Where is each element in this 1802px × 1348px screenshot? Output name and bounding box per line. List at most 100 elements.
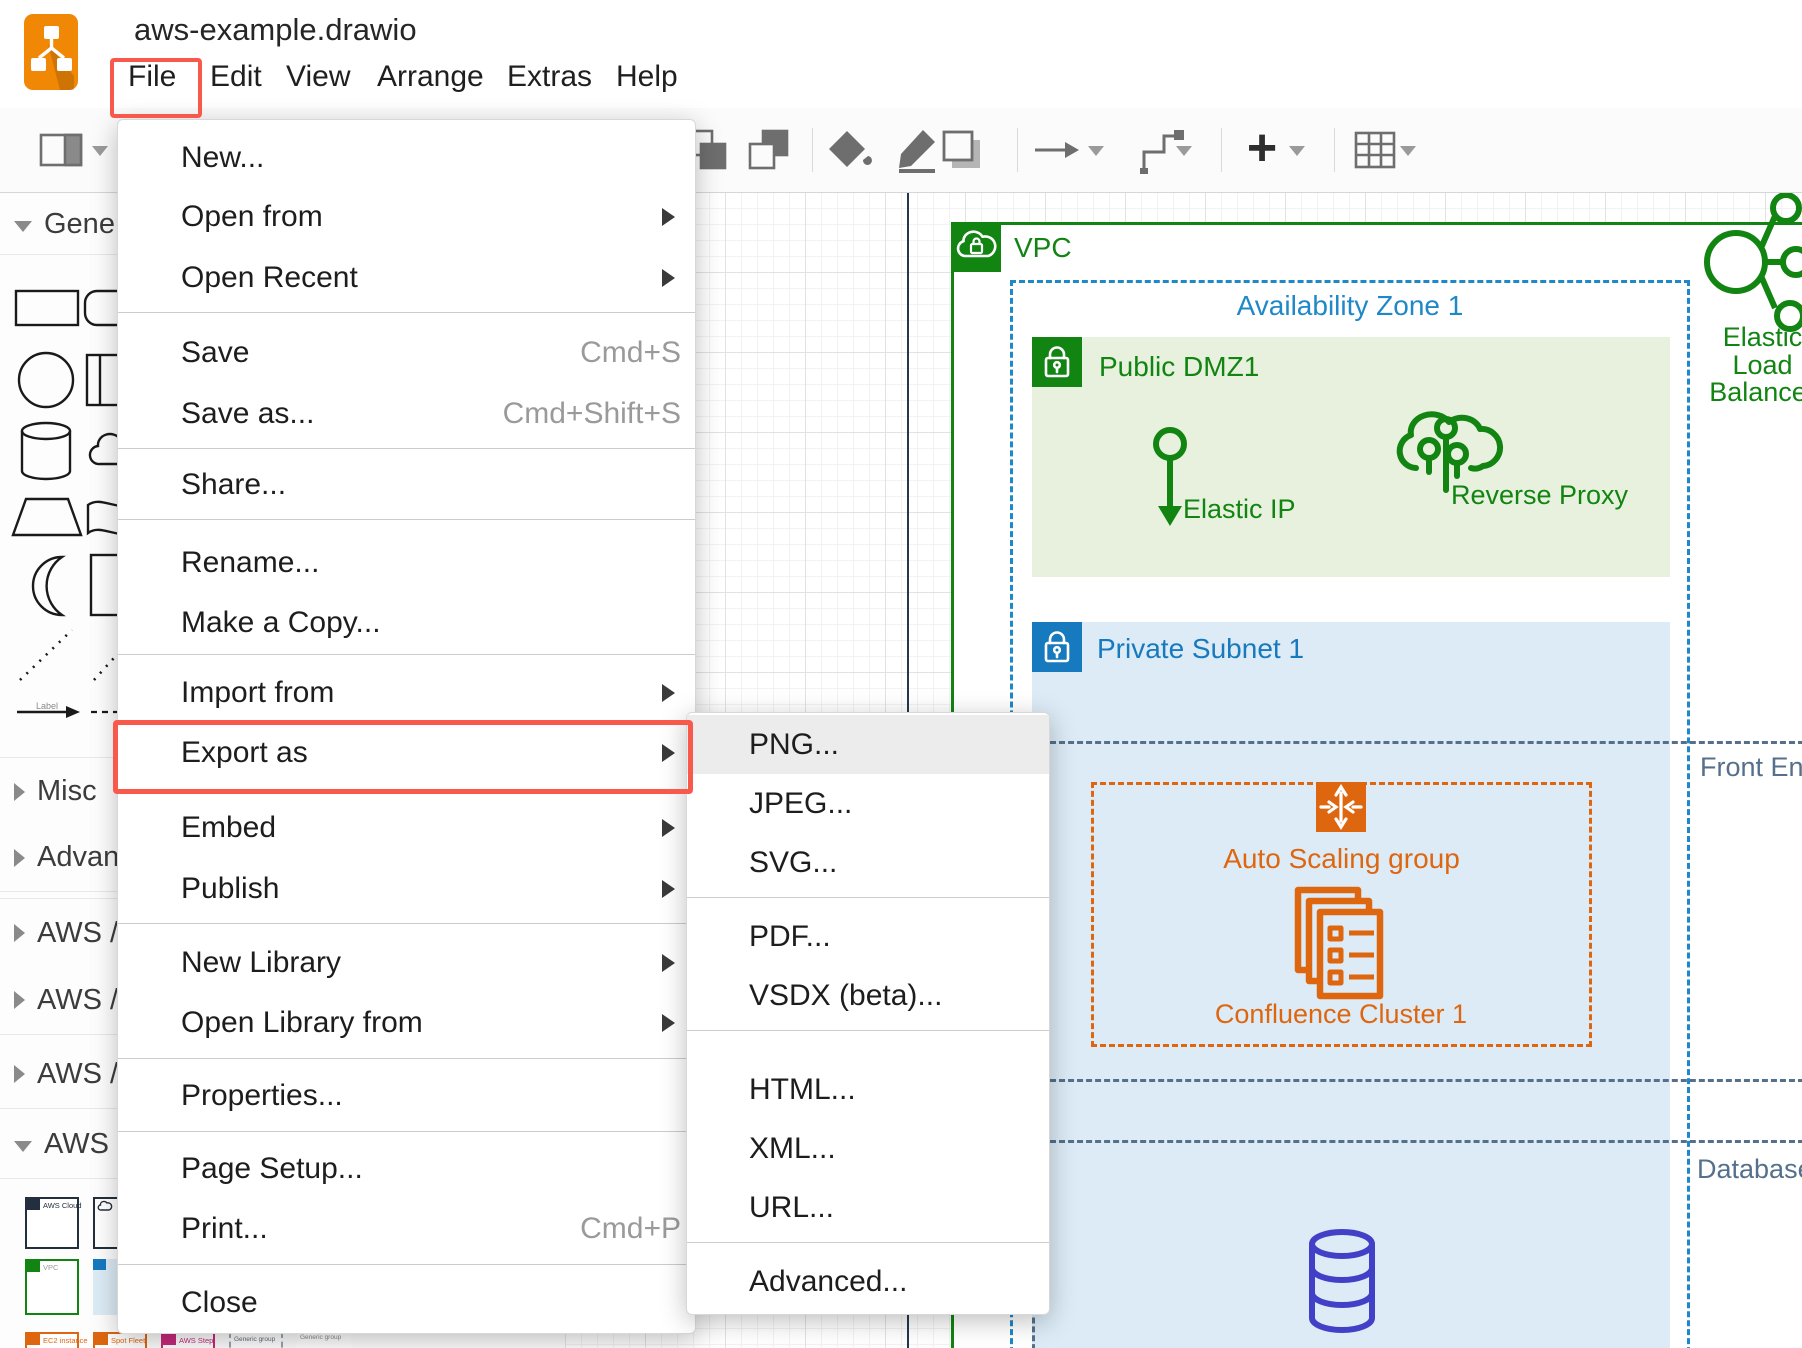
palette-thumb-ec2[interactable]: EC2 instance [25, 1332, 79, 1348]
line-color-icon[interactable] [893, 126, 941, 174]
submenu-item-pdf[interactable]: PDF... [687, 907, 1049, 966]
menu-item-close[interactable]: Close [118, 1273, 695, 1333]
menu-item-open-library-from[interactable]: Open Library from [118, 993, 695, 1053]
export-as-submenu: PNG... JPEG... SVG... PDF... VSDX (beta)… [686, 712, 1050, 1315]
chevron-right-icon [14, 991, 25, 1009]
thumb-label: AWS Step [179, 1336, 213, 1345]
palette-thumb-spot-fleet[interactable]: Spot Fleet [93, 1332, 147, 1348]
aws-cloud-badge-icon [27, 1199, 40, 1210]
chevron-down-icon[interactable] [1176, 146, 1192, 156]
reverse-proxy-label: Reverse Proxy [1451, 480, 1628, 511]
palette-thumb-generic-group-2[interactable]: Generic group [297, 1332, 351, 1348]
vpc-badge [951, 222, 1001, 272]
chevron-down-icon[interactable] [1289, 146, 1305, 156]
submenu-arrow-icon [662, 269, 675, 287]
menu-separator [118, 519, 695, 520]
submenu-item-advanced[interactable]: Advanced... [687, 1252, 1049, 1311]
thumb-label: VPC [43, 1263, 58, 1272]
fill-color-icon[interactable] [826, 126, 874, 174]
menu-separator [118, 654, 695, 655]
submenu-item-png[interactable]: PNG... [687, 715, 1049, 774]
insert-icon[interactable]: + [1238, 126, 1286, 174]
shape-rectangle[interactable] [13, 288, 81, 328]
toolbar-separator [1334, 128, 1335, 172]
database-icon[interactable] [1306, 1228, 1378, 1336]
vpc-badge-icon [27, 1261, 40, 1272]
menubar-extras[interactable]: Extras [507, 60, 592, 94]
thumb-label: EC2 instance [43, 1336, 88, 1345]
auto-scaling-label: Auto Scaling group [1091, 843, 1592, 875]
toolbar-separator [812, 128, 813, 172]
palette-thumb-generic-group[interactable]: Generic group [229, 1332, 283, 1348]
shape-cylinder[interactable] [18, 420, 74, 482]
menu-item-page-setup[interactable]: Page Setup... [118, 1139, 695, 1199]
menu-item-publish[interactable]: Publish [118, 859, 695, 919]
thumb-label: Spot Fleet [111, 1336, 145, 1345]
cloud-icon [97, 1200, 113, 1212]
confluence-cluster-icon[interactable] [1294, 886, 1390, 1000]
menubar-view[interactable]: View [286, 60, 350, 94]
chevron-down-icon [14, 1141, 32, 1152]
menu-item-properties[interactable]: Properties... [118, 1066, 695, 1126]
menu-separator [118, 923, 695, 924]
menu-separator [118, 448, 695, 449]
send-backward-icon[interactable] [745, 126, 793, 174]
submenu-item-vsdx[interactable]: VSDX (beta)... [687, 966, 1049, 1025]
chevron-down-icon[interactable] [1088, 146, 1104, 156]
shape-trapezoid[interactable] [10, 496, 84, 538]
shape-ellipse[interactable] [16, 350, 76, 410]
submenu-item-html[interactable]: HTML... [687, 1060, 1049, 1119]
thumb-label: Generic group [234, 1336, 275, 1343]
toolbar-separator [1221, 128, 1222, 172]
palette-thumb-aws-step[interactable]: AWS Step [161, 1332, 215, 1348]
submenu-item-jpeg[interactable]: JPEG... [687, 774, 1049, 833]
elastic-ip-label: Elastic IP [1183, 494, 1296, 525]
menu-separator [687, 1242, 1049, 1243]
elastic-load-balancer-icon[interactable] [1695, 192, 1802, 342]
menu-item-embed[interactable]: Embed [118, 798, 695, 858]
shape-arrow-with-label[interactable]: Label [14, 696, 82, 722]
front-end-label: Front End [1700, 752, 1802, 783]
submenu-item-xml[interactable]: XML... [687, 1119, 1049, 1178]
connection-arrow-icon[interactable] [1033, 126, 1081, 174]
lock-icon [1032, 337, 1082, 387]
chevron-down-icon[interactable] [1400, 146, 1416, 156]
shape-dotted-line[interactable] [14, 624, 78, 686]
menu-item-save[interactable]: SaveCmd+S [118, 323, 695, 383]
menu-item-rename[interactable]: Rename... [118, 533, 695, 593]
vpc-label: VPC [1014, 232, 1072, 264]
menu-item-print[interactable]: Print...Cmd+P [118, 1199, 695, 1259]
shape-crescent[interactable] [22, 554, 74, 618]
palette-thumb-vpc[interactable]: VPC [25, 1259, 79, 1315]
menu-separator [687, 897, 1049, 898]
document-title: aws-example.drawio [134, 12, 417, 48]
drawio-logo [24, 14, 78, 90]
submenu-item-url[interactable]: URL... [687, 1178, 1049, 1237]
shortcut-label: Cmd+S [580, 336, 681, 370]
palette-thumb-aws-cloud[interactable]: AWS Cloud [25, 1197, 79, 1249]
shadow-icon[interactable] [938, 126, 986, 174]
chevron-down-icon[interactable] [92, 146, 108, 156]
menubar-help[interactable]: Help [616, 60, 678, 94]
menu-item-make-a-copy[interactable]: Make a Copy... [118, 593, 695, 653]
menu-item-share[interactable]: Share... [118, 455, 695, 515]
menubar-file[interactable]: File [128, 60, 176, 94]
lock-icon [1032, 622, 1082, 672]
menu-item-open-from[interactable]: Open from [118, 187, 695, 247]
chevron-right-icon [14, 924, 25, 942]
format-panel-icon[interactable] [38, 126, 86, 174]
menu-item-import-from[interactable]: Import from [118, 663, 695, 723]
menu-item-new-library[interactable]: New Library [118, 933, 695, 993]
menu-item-new[interactable]: New... [118, 128, 695, 188]
menu-item-save-as[interactable]: Save as...Cmd+Shift+S [118, 384, 695, 444]
databases-container[interactable] [1032, 1140, 1802, 1348]
thumb-label: Generic group [300, 1334, 341, 1341]
menubar-arrange[interactable]: Arrange [377, 60, 484, 94]
menu-item-export-as[interactable]: Export as [118, 723, 695, 783]
submenu-item-svg[interactable]: SVG... [687, 833, 1049, 892]
spot-fleet-badge-icon [95, 1334, 108, 1345]
table-icon[interactable] [1351, 126, 1399, 174]
menubar-edit[interactable]: Edit [210, 60, 262, 94]
chevron-right-icon [14, 1065, 25, 1083]
menu-item-open-recent[interactable]: Open Recent [118, 248, 695, 308]
